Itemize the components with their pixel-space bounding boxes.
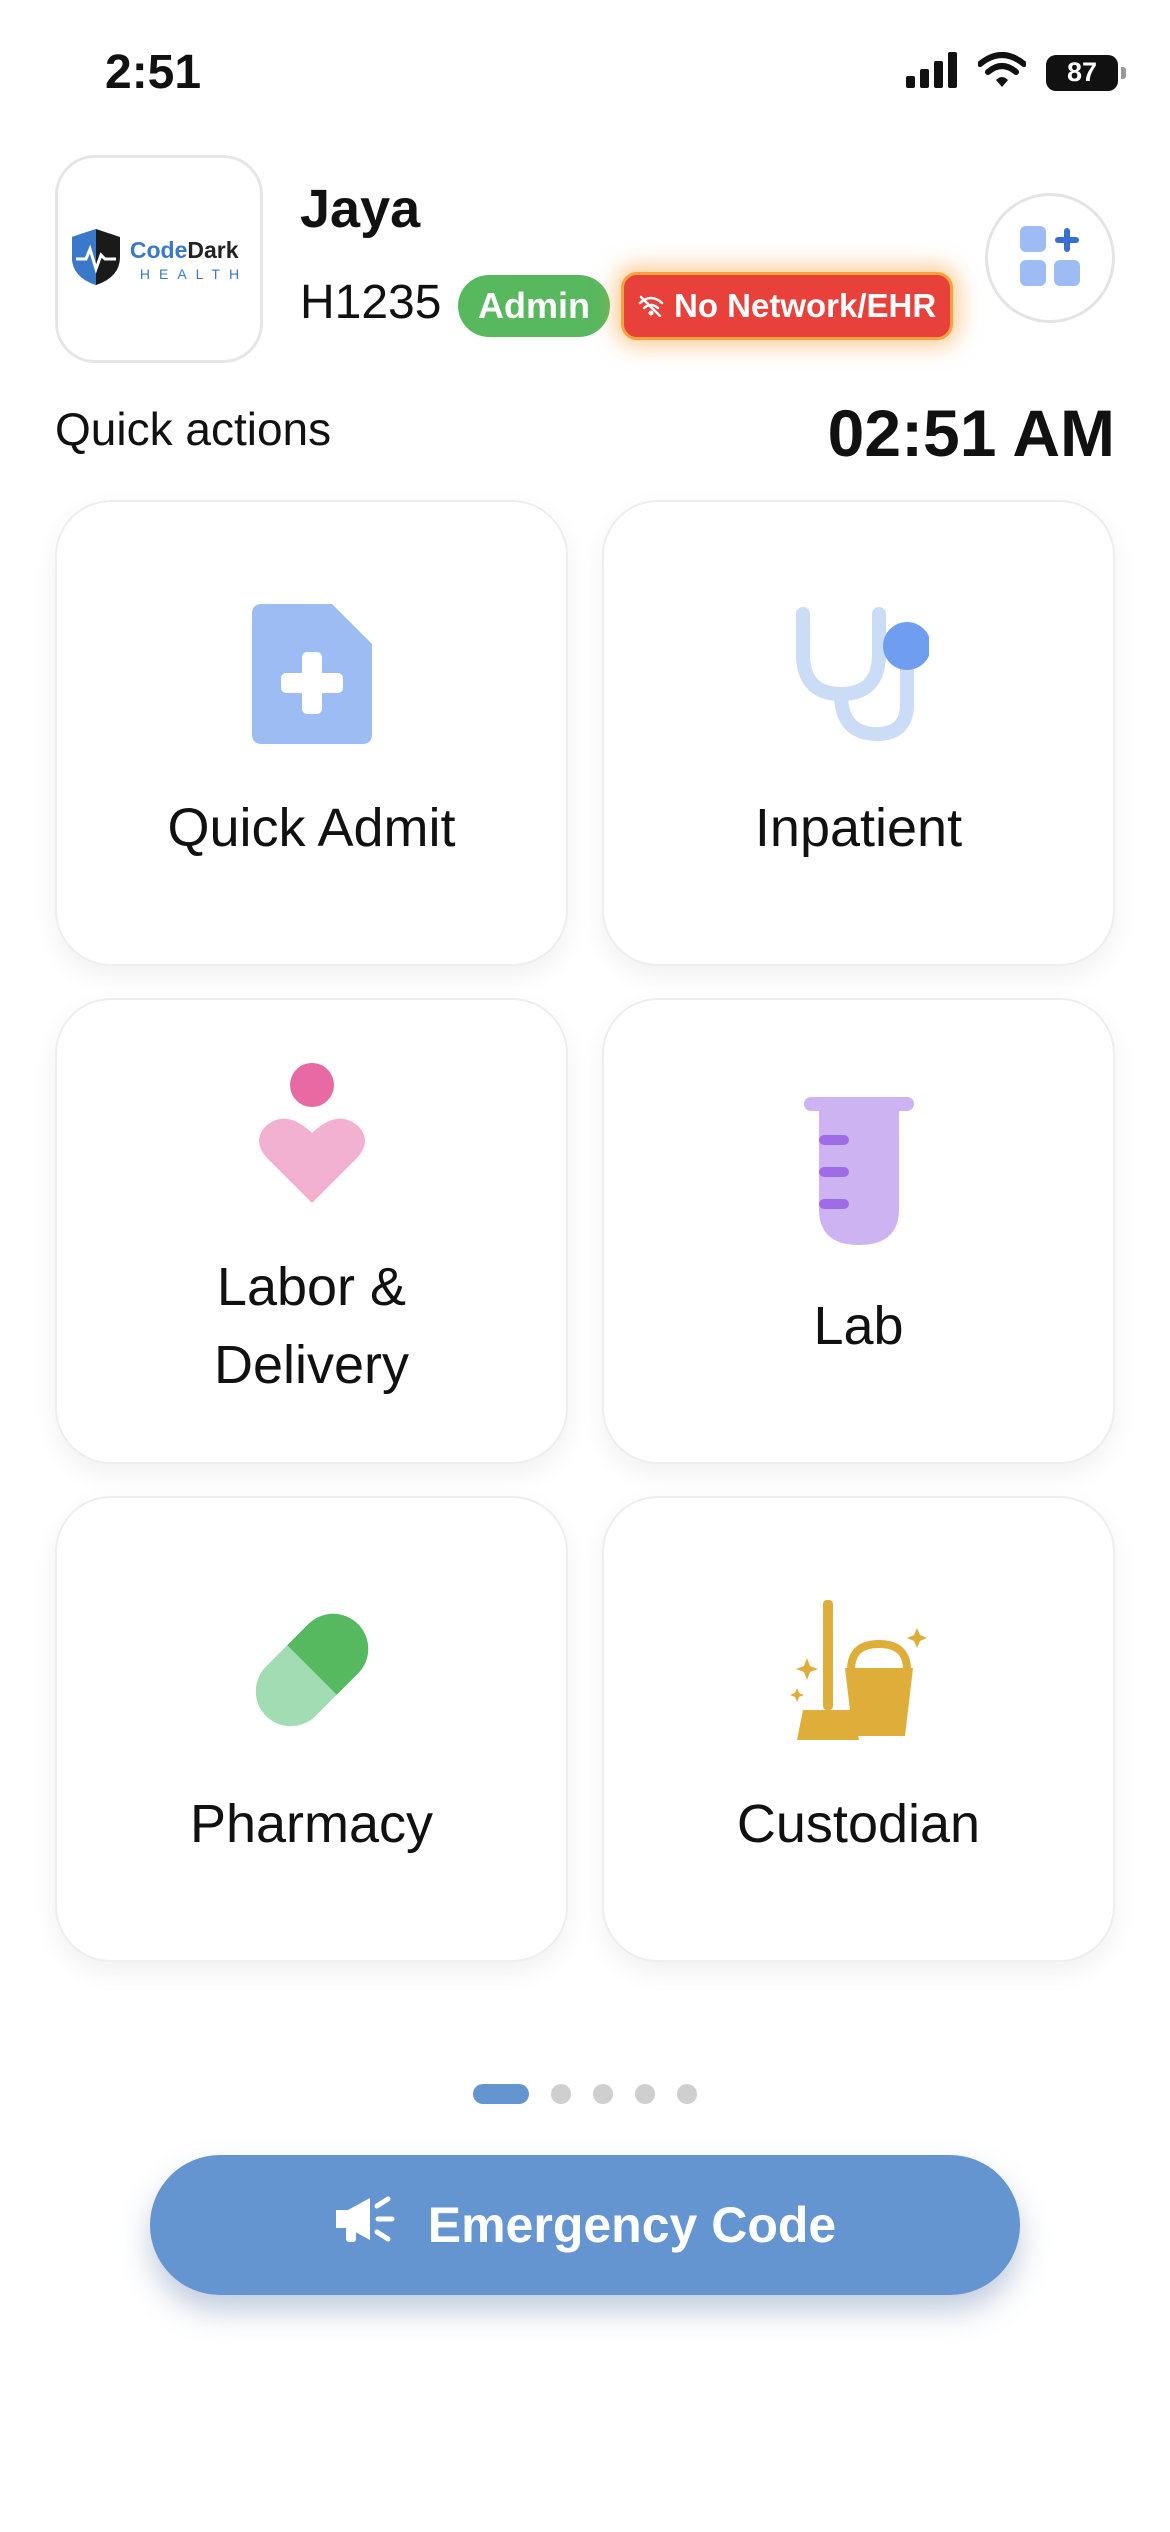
- battery-indicator: 87: [1046, 54, 1126, 91]
- emergency-code-button[interactable]: Emergency Code: [150, 2155, 1020, 2295]
- emergency-code-label: Emergency Code: [427, 2197, 837, 2253]
- status-time: 2:51: [105, 46, 202, 99]
- labor-delivery-label: Labor & Delivery: [213, 1257, 410, 1395]
- mother-heart-icon: [237, 1058, 387, 1208]
- custodian-card[interactable]: Custodian: [602, 1496, 1115, 1962]
- user-name: Jaya: [300, 179, 421, 239]
- logo-brand: CodeDark: [130, 237, 248, 264]
- inpatient-card[interactable]: Inpatient: [602, 500, 1115, 966]
- pill-capsule-icon: [237, 1595, 387, 1745]
- page-indicator: [0, 2084, 1170, 2104]
- battery-level: 87: [1066, 57, 1098, 87]
- inpatient-label: Inpatient: [754, 798, 963, 858]
- megaphone-icon: [334, 2194, 398, 2256]
- lab-card[interactable]: Lab: [602, 998, 1115, 1464]
- cellular-signal-icon: [906, 52, 958, 93]
- wifi-icon: [977, 52, 1027, 93]
- pharmacy-label: Pharmacy: [189, 1794, 434, 1854]
- network-status-label: No Network/EHR: [674, 287, 937, 324]
- broom-bucket-icon: [784, 1595, 934, 1745]
- add-app-button[interactable]: [985, 193, 1115, 323]
- pharmacy-card[interactable]: Pharmacy: [55, 1496, 568, 1962]
- logo-brand-code: Code: [129, 236, 188, 263]
- shield-icon: [70, 227, 122, 292]
- clock: 02:51 AM: [827, 396, 1115, 470]
- quick-admit-card[interactable]: Quick Admit: [55, 500, 568, 966]
- page-dot-3[interactable]: [593, 2084, 613, 2104]
- status-icons: 87: [906, 52, 1126, 93]
- home-screen: 2:51 87 CodeDark HEALTH Jaya H1235 Admin…: [0, 0, 1170, 2532]
- lab-label: Lab: [813, 1296, 904, 1356]
- test-tube-icon: [784, 1097, 934, 1247]
- user-id: H1235: [300, 276, 442, 329]
- logo-subtitle: HEALTH: [139, 265, 249, 282]
- section-title: Quick actions: [55, 403, 332, 455]
- logo-brand-dark: Dark: [187, 236, 239, 263]
- stethoscope-icon: [784, 599, 934, 749]
- org-logo: CodeDark HEALTH: [55, 155, 263, 363]
- page-dot-1[interactable]: [473, 2084, 529, 2104]
- network-status-badge[interactable]: No Network/EHR: [621, 272, 954, 340]
- quick-admit-label: Quick Admit: [167, 798, 456, 858]
- role-badge: Admin: [458, 275, 610, 337]
- custodian-label: Custodian: [736, 1794, 981, 1854]
- logo-wordmark: CodeDark HEALTH: [130, 237, 248, 282]
- page-dot-2[interactable]: [551, 2084, 571, 2104]
- page-dot-5[interactable]: [677, 2084, 697, 2104]
- labor-delivery-card[interactable]: Labor & Delivery: [55, 998, 568, 1464]
- document-plus-icon: [237, 599, 387, 749]
- wifi-off-icon: [638, 287, 664, 325]
- page-dot-4[interactable]: [635, 2084, 655, 2104]
- status-bar: 2:51 87: [0, 0, 1170, 150]
- apps-plus-icon: [1018, 224, 1082, 293]
